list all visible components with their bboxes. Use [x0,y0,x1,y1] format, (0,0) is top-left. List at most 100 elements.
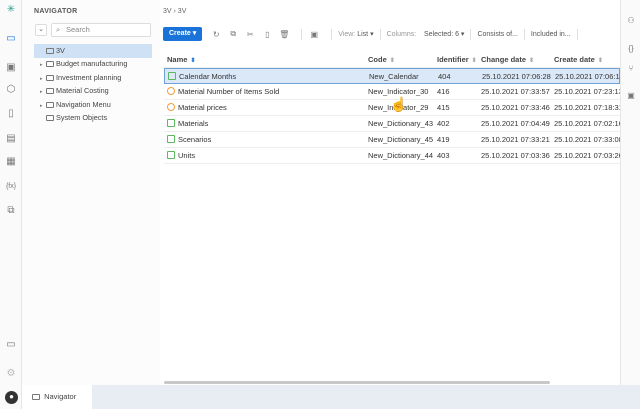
archive-icon[interactable]: ▣ [625,91,637,100]
cell-create-date: 25.10.2021 07:23:13 [554,87,620,96]
tree-item[interactable]: ▸ Investment planning [34,71,152,85]
tree-item-3v[interactable]: 3V [34,44,152,58]
cell-name: Scenarios [167,132,367,148]
folder-icon [46,75,54,81]
delete-icon[interactable]: 🗑 [278,30,290,39]
search-placeholder: Search [66,25,90,34]
cell-change-date: 25.10.2021 07:06:28 [482,72,551,81]
paste-icon[interactable]: ▯ [261,30,273,39]
consists-of-button[interactable]: Consists of... [477,31,517,38]
cell-identifier: 402 [437,119,450,128]
book-icon[interactable]: ▯ [5,108,17,120]
cell-create-date: 25.10.2021 07:02:16 [554,119,620,128]
dictionary-icon [167,135,175,143]
header-name[interactable]: Name ⬍ [167,52,367,69]
logo-icon: ✳ [6,4,16,15]
cell-identifier: 404 [438,72,451,81]
navigator-tab[interactable]: Navigator [22,385,92,409]
tree-item[interactable]: ▸ Material Costing [34,84,152,98]
hand-cursor-icon: ☝ [390,96,408,112]
report-icon[interactable]: ▤ [5,133,17,145]
branch-icon[interactable]: ⑂ [625,64,637,73]
view-label: View: [338,30,356,38]
users-icon[interactable]: ⚇ [625,16,637,25]
hierarchy-icon[interactable]: ⧉ [5,205,17,217]
horizontal-scrollbar[interactable] [164,381,550,384]
indicator-icon [167,87,175,95]
cell-name: Materials [167,116,367,132]
cell-create-date: 25.10.2021 07:06:12 [555,72,621,81]
cell-identifier: 415 [437,103,450,112]
braces-icon[interactable]: {} [625,44,637,53]
cube-icon[interactable]: ⬡ [5,84,17,96]
included-in-button[interactable]: Included in... [531,31,571,38]
archive-icon[interactable]: ▣ [308,30,320,39]
dictionary-icon [167,119,175,127]
navigator-panel: NAVIGATOR ⌄ ⌕ Search 3V ▸ Budget manufactu… [22,0,160,385]
folder-icon [46,88,54,94]
cell-code: New_Dictionary_43 [368,119,434,128]
create-button[interactable]: Create ▾ [163,27,203,41]
breadcrumb: 3V › 3V [163,8,187,15]
view-select[interactable]: List ▾ [357,30,373,38]
table-header: Name ⬍ Code ⬍ Identifier ⬍ Change date ⬍ Cre… [164,52,620,68]
terminal-icon[interactable]: ▭ [5,339,17,351]
right-rail: ⚇ {} ⑂ ▣ [620,0,640,385]
header-identifier[interactable]: Identifier ⬍ [437,52,481,69]
breadcrumb-item: 3V [177,8,187,15]
calendar-icon [168,72,176,80]
settings-icon[interactable]: ⚙ [5,368,17,380]
cell-create-date: 25.10.2021 07:18:31 [554,103,620,112]
header-code[interactable]: Code ⬍ [368,52,438,69]
folder-icon [46,48,54,54]
cell-code: New_Dictionary_45 [368,135,434,144]
cell-create-date: 25.10.2021 07:03:26 [554,151,620,160]
folder-icon [46,102,54,108]
layout-icon[interactable]: ▣ [5,62,17,74]
columns-label: Columns: [386,30,417,38]
cell-identifier: 403 [437,151,450,160]
cell-name: Material prices [167,100,367,116]
navigator-title: NAVIGATOR [34,8,78,15]
breadcrumb-item[interactable]: 3V [163,8,172,15]
indicator-icon [167,103,175,111]
tree-item[interactable]: ▸ Budget manufacturing [34,57,152,71]
tree-label: 3V [56,46,65,55]
header-create-date[interactable]: Create date ⬍ [554,52,620,69]
tree-item[interactable]: System Objects [34,111,152,125]
tree-label: Navigation Menu [56,100,111,109]
dashboard-icon[interactable]: ▦ [5,156,17,168]
cell-identifier: 416 [437,87,450,96]
left-rail: ✳ ▭ ▣ ⬡ ▯ ▤ ▦ {fx} ⧉ ▭ ⚙ ● [0,0,22,409]
tree-label: System Objects [56,113,108,122]
cell-name: Calendar Months [168,69,368,85]
cell-change-date: 25.10.2021 07:33:57 [481,87,550,96]
table-row[interactable]: Materials New_Dictionary_43 402 25.10.20… [164,116,620,132]
table-row[interactable]: Calendar Months New_Calendar 404 25.10.2… [164,68,621,85]
dictionary-icon [167,151,175,159]
cell-name: Material Number of Items Sold [167,84,367,100]
main-content: 3V › 3V Create ▾ ↻ ⧉ ✂ ▯ 🗑 ▣ View: List … [160,0,621,385]
formula-icon[interactable]: {fx} [5,181,17,193]
folder-icon [32,394,40,400]
tree-item[interactable]: ▸ Navigation Menu [34,98,152,112]
columns-select[interactable]: Selected: 6 ▾ [424,30,465,38]
table-row[interactable]: Units New_Dictionary_44 403 25.10.2021 0… [164,148,620,164]
tree-label: Material Costing [56,86,109,95]
search-input[interactable]: ⌕ Search [51,23,151,37]
collapse-button[interactable]: ⌄ [35,24,47,36]
cut-icon[interactable]: ✂ [244,30,256,39]
folder-icon[interactable]: ▭ [5,33,17,45]
refresh-icon[interactable]: ↻ [210,30,222,39]
cell-identifier: 419 [437,135,450,144]
cell-code: New_Calendar [369,72,419,81]
tree-label: Investment planning [56,73,122,82]
table-row[interactable]: Scenarios New_Dictionary_45 419 25.10.20… [164,132,620,148]
copy-icon[interactable]: ⧉ [227,29,239,39]
cell-create-date: 25.10.2021 07:33:08 [554,135,620,144]
tree-label: Budget manufacturing [56,59,128,68]
user-avatar-icon[interactable]: ● [5,391,18,404]
header-change-date[interactable]: Change date ⬍ [481,52,554,69]
cell-change-date: 25.10.2021 07:03:36 [481,151,550,160]
cell-change-date: 25.10.2021 07:33:46 [481,103,550,112]
